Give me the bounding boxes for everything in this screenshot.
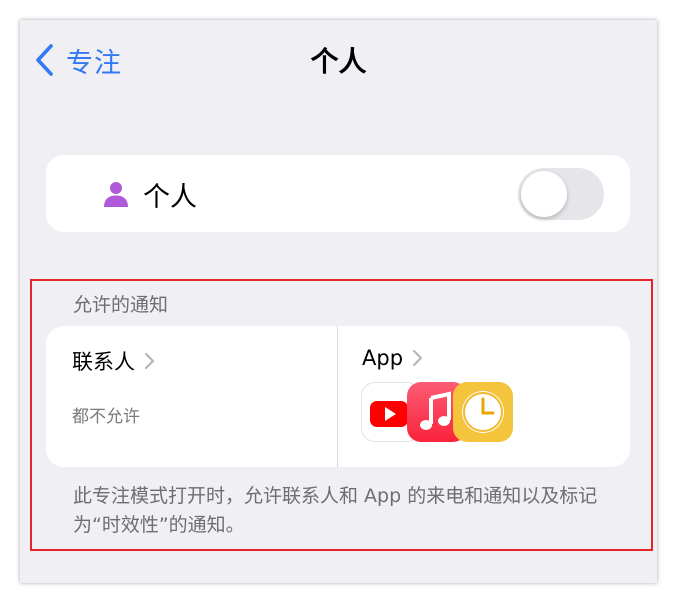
highlight-box	[30, 279, 653, 551]
page-title: 个人	[310, 45, 367, 78]
switch-knob	[521, 171, 567, 217]
settings-screen: 专注 个人 个人 允许的通知 联系人 都不允许 App 此专注模式打开时，允许联…	[20, 20, 657, 583]
person-icon	[104, 182, 128, 207]
focus-toggle-switch[interactable]	[518, 168, 604, 220]
navigation-bar: 专注 个人	[20, 20, 657, 98]
focus-toggle-label: 个人	[143, 182, 197, 213]
